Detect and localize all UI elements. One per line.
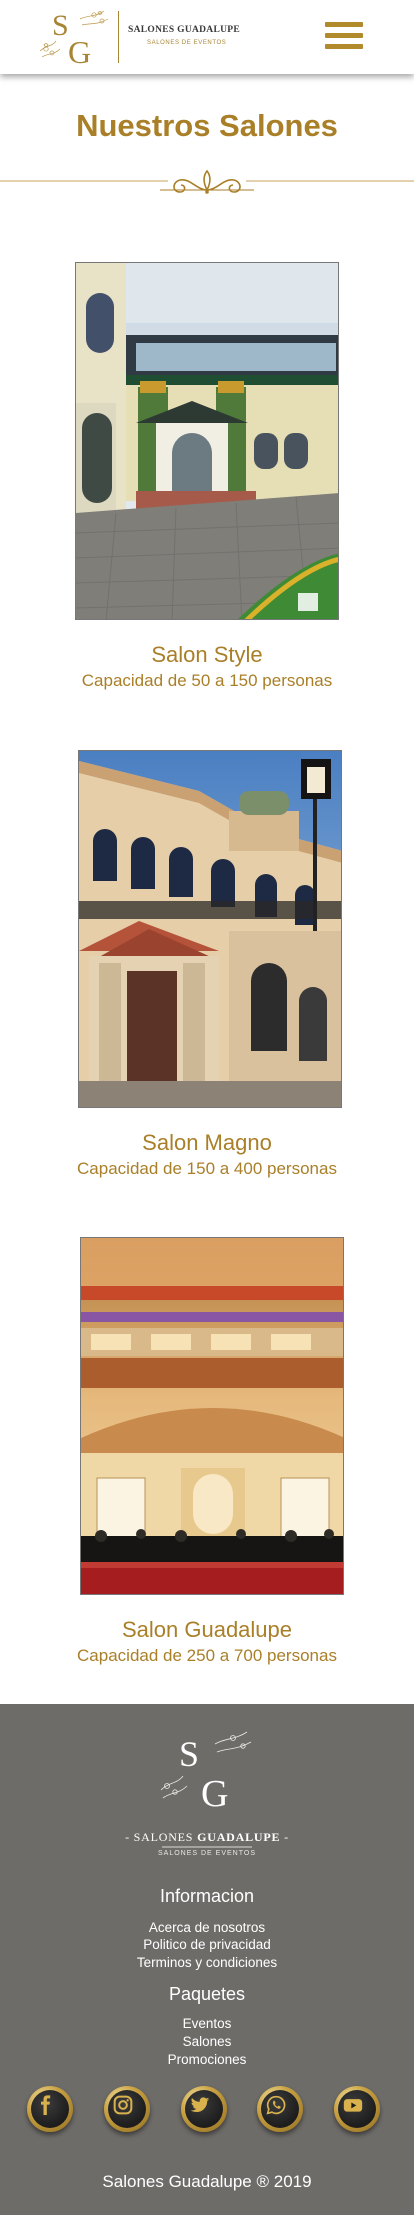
twitter-icon bbox=[190, 2097, 210, 2112]
salon-style-name[interactable]: Salon Style bbox=[0, 642, 414, 668]
svg-text:S: S bbox=[52, 9, 69, 42]
footer-brand-underline bbox=[162, 1846, 252, 1848]
footer-link-privacy[interactable]: Politico de privacidad bbox=[0, 1937, 414, 1952]
ornament-divider-icon bbox=[0, 169, 414, 194]
salon-style-photo[interactable] bbox=[75, 262, 339, 620]
facebook-button[interactable] bbox=[27, 2086, 73, 2132]
salon-magno-photo[interactable] bbox=[78, 750, 342, 1108]
footer-link-salons[interactable]: Salones bbox=[0, 2034, 414, 2049]
footer-link-terms[interactable]: Terminos y condiciones bbox=[0, 1955, 414, 1970]
footer-tagline: SALONES DE EVENTOS bbox=[157, 1850, 256, 1857]
salon-guadalupe-capacity: Capacidad de 250 a 700 personas bbox=[77, 1646, 337, 1665]
salon-style-image bbox=[76, 263, 338, 619]
facebook-icon bbox=[41, 2095, 51, 2115]
footer-copyright: Salones Guadalupe ® 2019 bbox=[102, 2172, 312, 2191]
brand-tagline: SALONES DE EVENTOS bbox=[147, 40, 227, 46]
site-header: S G SALONES GUADALUPE SALONES DE EVENTOS bbox=[0, 0, 414, 74]
footer-link-about[interactable]: Acerca de nosotros bbox=[0, 1920, 414, 1935]
footer-info-heading: Informacion bbox=[159, 1886, 255, 1906]
youtube-button[interactable] bbox=[334, 2086, 380, 2132]
youtube-icon bbox=[343, 2099, 363, 2112]
instagram-icon bbox=[113, 2095, 133, 2115]
salon-magno-image bbox=[79, 751, 341, 1107]
whatsapp-icon bbox=[266, 2095, 286, 2115]
site-logo[interactable]: S G SALONES GUADALUPE SALONES DE EVENTOS bbox=[38, 5, 240, 69]
instagram-button[interactable] bbox=[104, 2086, 150, 2132]
salon-style-capacity: Capacidad de 50 a 150 personas bbox=[81, 671, 333, 690]
footer-monogram-logo-icon: S G bbox=[160, 1731, 252, 1815]
footer-brand-name: - SALONES GUADALUPE - bbox=[125, 1830, 289, 1844]
footer-packages-heading: Paquetes bbox=[168, 1984, 246, 2004]
site-footer: S G - SALONES GUADALUPE - SALONES DE EVE… bbox=[0, 1704, 414, 2215]
svg-text:G: G bbox=[68, 34, 91, 69]
salon-guadalupe-name[interactable]: Salon Guadalupe bbox=[0, 1617, 414, 1643]
page-title: Nuestros Salones bbox=[76, 108, 338, 143]
salon-magno-capacity: Capacidad de 150 a 400 personas bbox=[77, 1159, 337, 1178]
monogram-logo-icon: S G bbox=[39, 9, 109, 69]
footer-link-promotions[interactable]: Promociones bbox=[0, 2052, 414, 2067]
svg-text:S: S bbox=[179, 1734, 199, 1774]
salon-guadalupe-image bbox=[81, 1238, 343, 1594]
svg-text:G: G bbox=[201, 1773, 228, 1815]
salon-guadalupe-photo[interactable] bbox=[80, 1237, 344, 1595]
footer-link-events[interactable]: Eventos bbox=[0, 2016, 414, 2031]
whatsapp-button[interactable] bbox=[257, 2086, 303, 2132]
salon-magno-name[interactable]: Salon Magno bbox=[0, 1130, 414, 1156]
hamburger-menu-icon[interactable] bbox=[325, 22, 363, 51]
logo-divider bbox=[118, 11, 119, 63]
brand-name: SALONES GUADALUPE bbox=[128, 25, 240, 35]
twitter-button[interactable] bbox=[181, 2086, 227, 2132]
